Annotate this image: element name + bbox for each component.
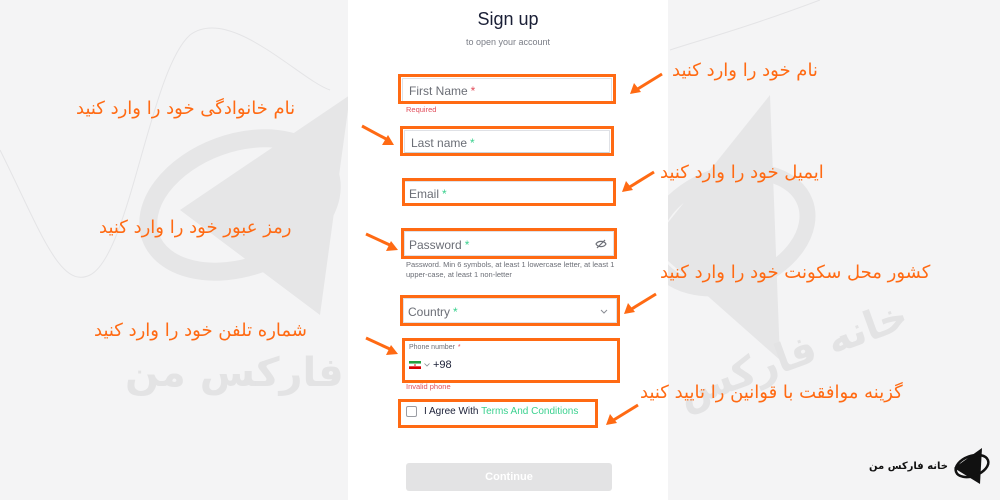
annotation-terms: گزینه موافقت با قوانین را تایید کنید bbox=[640, 382, 903, 403]
terms-link[interactable]: Terms And Conditions bbox=[481, 406, 578, 417]
arrow-icon bbox=[365, 336, 398, 355]
country-select[interactable]: Country * bbox=[403, 298, 617, 323]
terms-label: I Agree With Terms And Conditions bbox=[424, 406, 578, 417]
first-name-field[interactable]: First Name * bbox=[402, 78, 612, 102]
required-mark: * bbox=[470, 136, 475, 150]
page-title: Sign up bbox=[477, 9, 539, 29]
first-name-error: Required bbox=[406, 105, 437, 114]
password-hint: Password. Min 6 symbols, at least 1 lowe… bbox=[406, 260, 615, 279]
required-mark: * bbox=[453, 305, 458, 319]
arrow-icon bbox=[622, 170, 655, 192]
annotation-email: ایمیل خود را وارد کنید bbox=[660, 162, 824, 183]
chevron-down-icon bbox=[600, 309, 608, 314]
page-subtitle: to open your account bbox=[465, 37, 551, 47]
brand-logo-icon bbox=[954, 448, 990, 484]
email-field[interactable]: Email * bbox=[404, 181, 614, 205]
password-field[interactable]: Password * bbox=[404, 231, 614, 256]
chevron-down-icon bbox=[424, 363, 430, 367]
required-mark: * bbox=[457, 344, 461, 351]
iran-flag-icon bbox=[409, 361, 421, 369]
annotation-country: کشور محل سکونت خود را وارد کنید bbox=[660, 262, 931, 283]
arrow-icon bbox=[624, 292, 657, 314]
arrow-icon bbox=[606, 403, 639, 425]
watermark-logo-icon bbox=[139, 95, 350, 315]
last-name-field[interactable]: Last name * bbox=[404, 130, 610, 154]
country-code: +98 bbox=[433, 359, 452, 371]
password-placeholder: Password bbox=[409, 238, 462, 252]
continue-button[interactable]: Continue bbox=[406, 463, 612, 491]
required-mark: * bbox=[464, 238, 470, 252]
brand-name: خانه فارکس من bbox=[869, 460, 948, 472]
country-code-selector[interactable]: +98 bbox=[409, 359, 452, 371]
arrow-icon bbox=[365, 232, 398, 251]
annotation-phone: شماره تلفن خود را وارد کنید bbox=[94, 320, 307, 341]
eye-off-icon[interactable] bbox=[595, 239, 607, 249]
annotation-first-name: نام خود را وارد کنید bbox=[672, 60, 818, 81]
first-name-placeholder: First Name bbox=[409, 84, 468, 98]
arrow-icon bbox=[361, 124, 394, 145]
country-placeholder: Country bbox=[408, 305, 451, 319]
annotation-last-name: نام خانوادگی خود را وارد کنید bbox=[76, 98, 296, 119]
required-mark: * bbox=[470, 84, 476, 98]
email-placeholder: Email bbox=[409, 187, 440, 201]
phone-error: Invalid phone bbox=[406, 382, 451, 391]
phone-label: Phone number bbox=[409, 344, 455, 351]
brand-logo: خانه فارکس من bbox=[869, 446, 992, 486]
required-mark: * bbox=[442, 187, 447, 201]
last-name-placeholder: Last name bbox=[411, 136, 468, 150]
arrow-icon bbox=[630, 72, 663, 94]
phone-field[interactable]: Phone number * +98 bbox=[404, 340, 618, 382]
terms-checkbox[interactable] bbox=[406, 406, 417, 417]
annotation-password: رمز عبور خود را وارد کنید bbox=[99, 217, 292, 238]
terms-prefix: I Agree With bbox=[424, 406, 479, 417]
